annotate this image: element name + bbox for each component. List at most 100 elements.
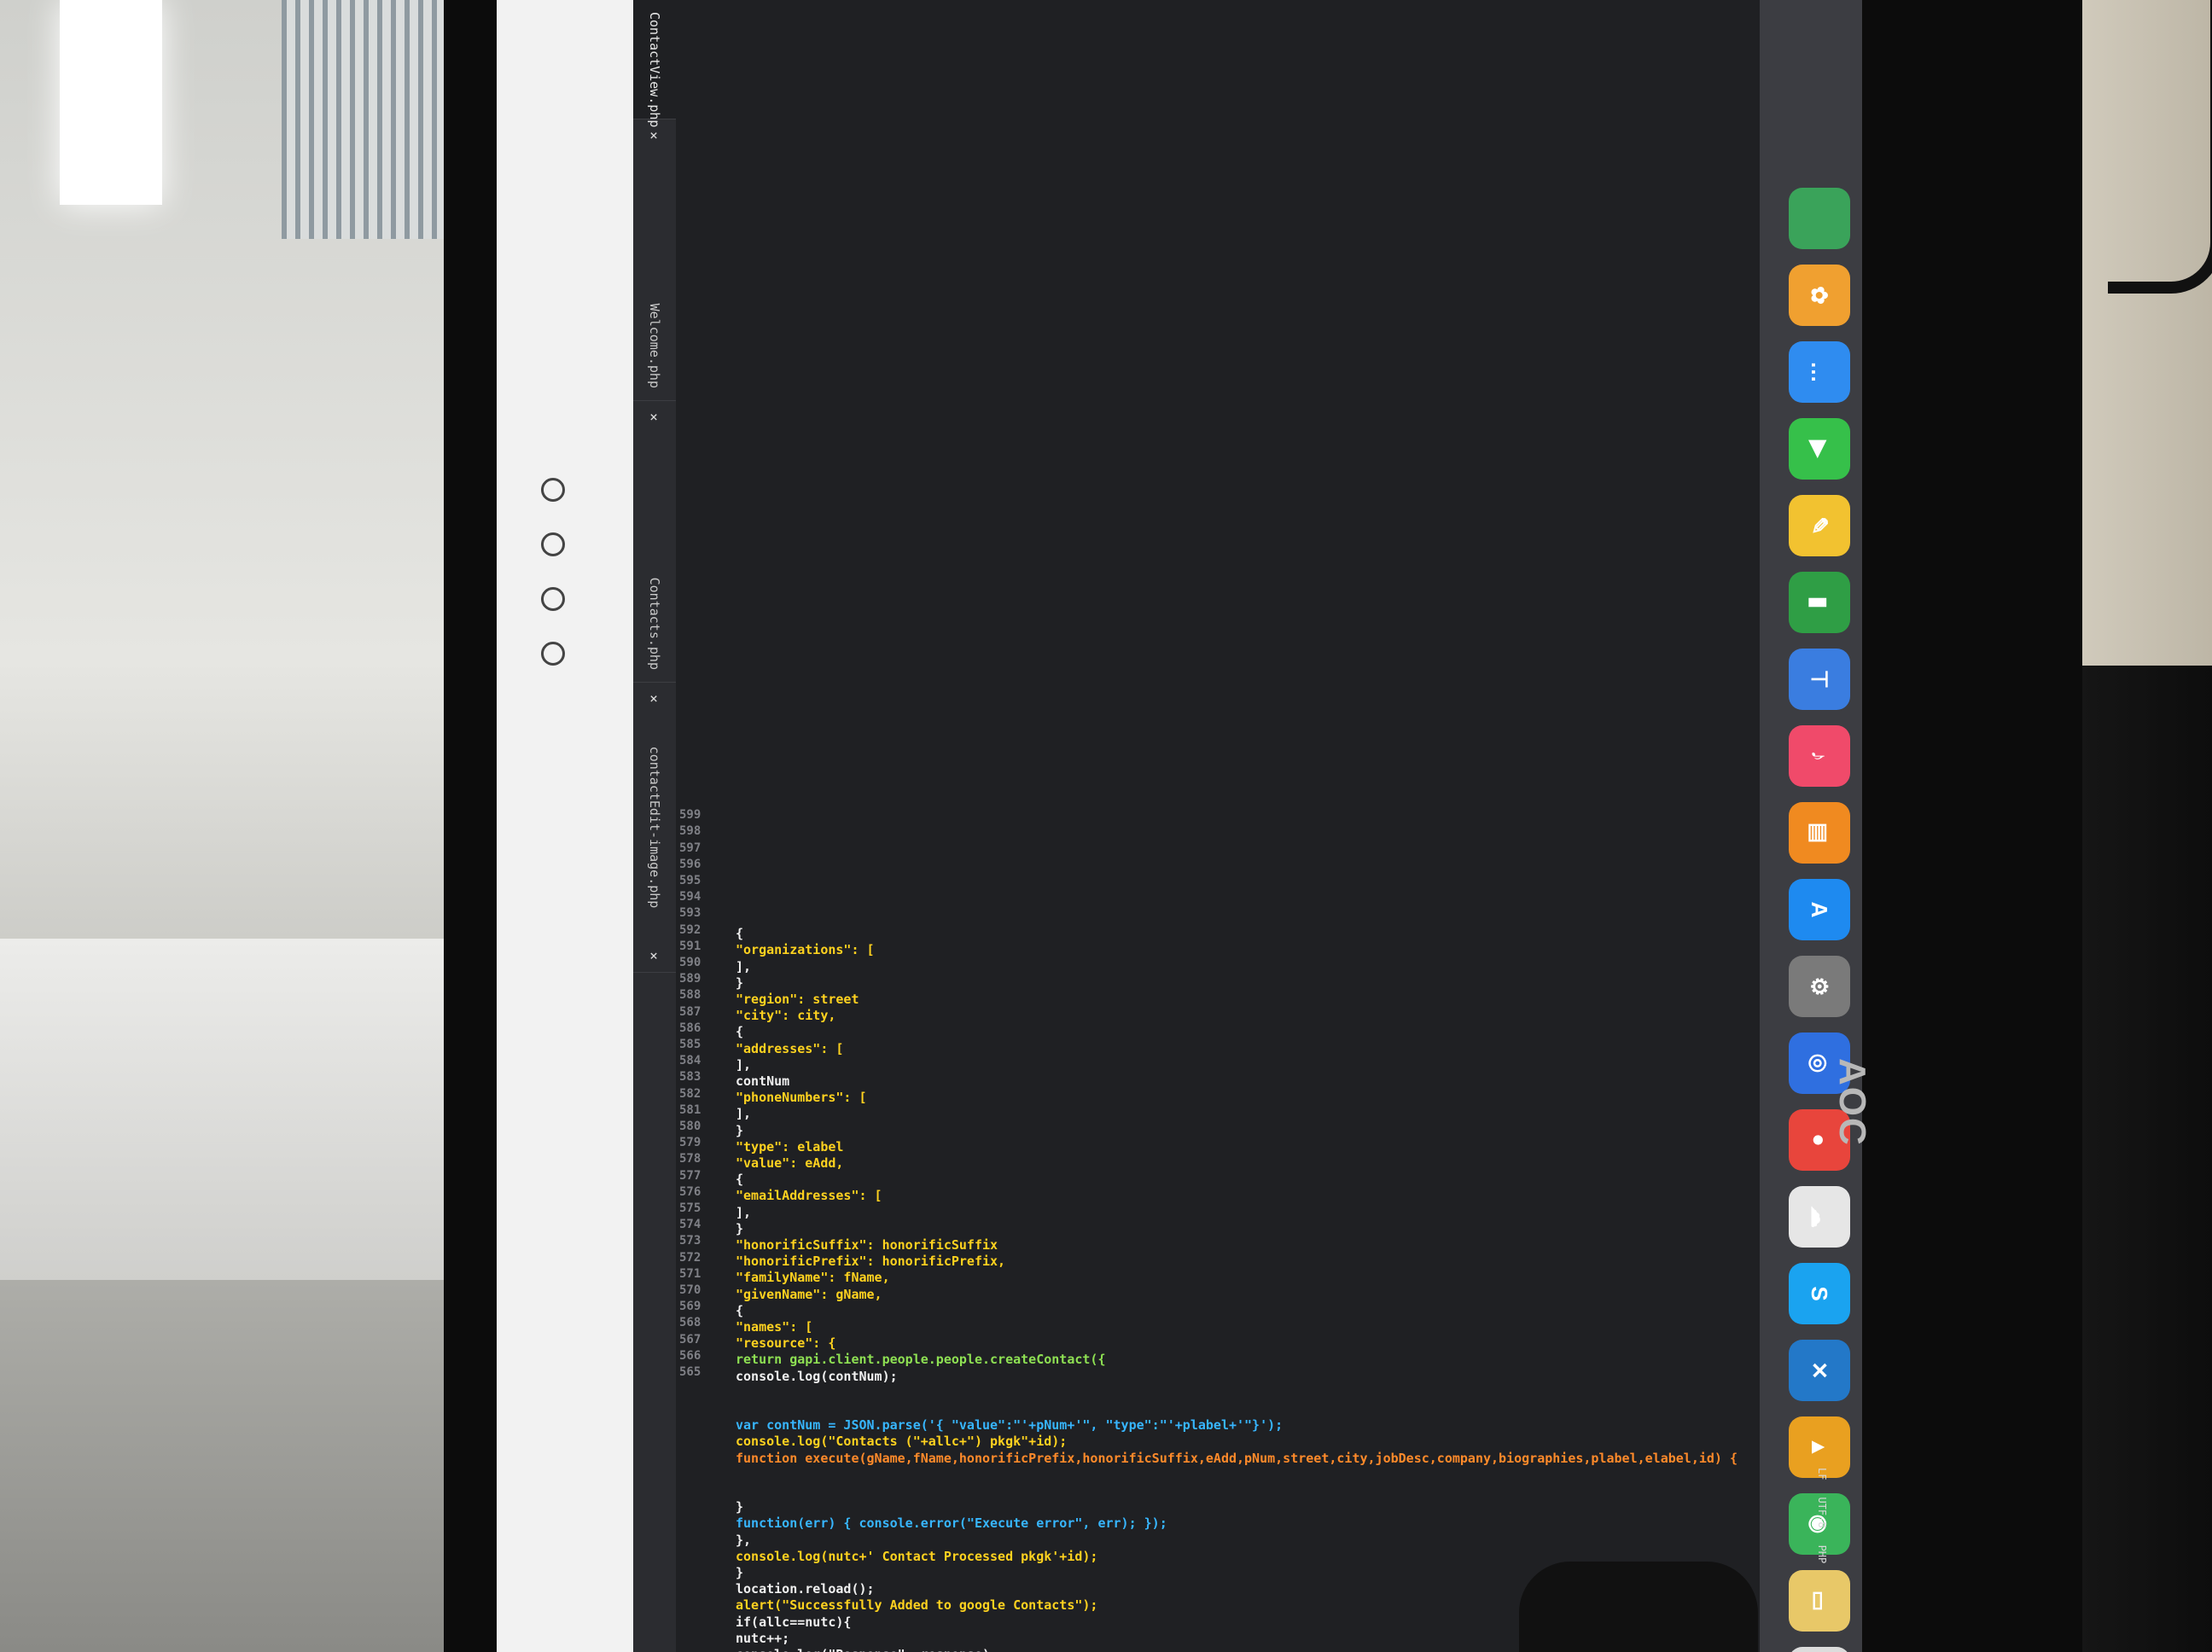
code-line[interactable]: function(err) { console.error("Execute e… bbox=[736, 1515, 1167, 1531]
line-number: 586 bbox=[679, 1021, 701, 1035]
line-number: 598 bbox=[679, 824, 701, 839]
monitor-brand-logo: AOC bbox=[1831, 1058, 1873, 1147]
code-line[interactable]: "region": street bbox=[736, 992, 859, 1007]
code-line[interactable]: "familyName": fName, bbox=[736, 1270, 890, 1285]
code-line[interactable]: "honorificSuffix": honorificSuffix bbox=[736, 1237, 998, 1253]
line-number: 582 bbox=[679, 1086, 701, 1101]
code-line[interactable]: contNum bbox=[736, 1073, 789, 1089]
tab-welcome[interactable]: × Welcome.php bbox=[633, 119, 676, 401]
code-line[interactable]: return gapi.client.people.people.createC… bbox=[736, 1352, 1105, 1367]
code-line[interactable]: function execute(gName,fName,honorificPr… bbox=[736, 1451, 1738, 1466]
line-number: 599 bbox=[679, 808, 701, 823]
toolbar-buttons bbox=[541, 478, 565, 666]
code-line[interactable]: "honorificPrefix": honorificPrefix, bbox=[736, 1254, 1005, 1269]
close-icon[interactable]: × bbox=[647, 951, 663, 960]
code-line[interactable]: } bbox=[736, 975, 743, 991]
close-icon[interactable]: × bbox=[647, 695, 663, 703]
line-number: 585 bbox=[679, 1038, 701, 1051]
line-number: 569 bbox=[679, 1300, 701, 1314]
code-line[interactable]: if(allc==nutc){ bbox=[736, 1614, 851, 1630]
line-number: 583 bbox=[679, 1070, 701, 1085]
code-line[interactable]: { bbox=[736, 926, 743, 941]
line-number: 566 bbox=[679, 1348, 701, 1363]
code-line[interactable]: "type": elabel bbox=[736, 1139, 843, 1155]
line-number: 578 bbox=[679, 1152, 701, 1166]
settings-icon[interactable] bbox=[541, 532, 565, 556]
line-number: 591 bbox=[679, 939, 701, 953]
tab-label: Contacts.php bbox=[647, 577, 662, 670]
code-line[interactable]: console.log("Response", response); bbox=[736, 1647, 998, 1652]
code-line[interactable]: ], bbox=[736, 1205, 751, 1220]
tab-contacts[interactable]: × Contacts.php bbox=[633, 401, 676, 683]
code-area[interactable]: console.log("Response", response);nutc++… bbox=[719, 0, 1862, 1652]
code-editor[interactable]: console.log("Response", response);nutc++… bbox=[676, 0, 1862, 1652]
refresh-icon[interactable] bbox=[541, 478, 565, 502]
cable bbox=[2108, 0, 2212, 294]
line-number: 580 bbox=[679, 1120, 701, 1133]
line-number: 576 bbox=[679, 1184, 701, 1199]
editor-tab-bar: ContactView.php × Welcome.php × Contacts… bbox=[633, 0, 676, 1652]
code-line[interactable]: "organizations": [ bbox=[736, 942, 875, 957]
code-line[interactable]: "value": eAdd, bbox=[736, 1155, 843, 1171]
code-line[interactable]: ], bbox=[736, 1057, 751, 1073]
tab-contactview[interactable]: ContactView.php bbox=[633, 0, 676, 127]
line-number: 584 bbox=[679, 1054, 701, 1068]
code-line[interactable]: { bbox=[736, 1024, 743, 1039]
line-number: 575 bbox=[679, 1201, 701, 1215]
line-number: 571 bbox=[679, 1266, 701, 1281]
line-number: 592 bbox=[679, 922, 701, 937]
code-line[interactable]: ], bbox=[736, 959, 751, 974]
line-number: 572 bbox=[679, 1250, 701, 1265]
line-number: 574 bbox=[679, 1218, 701, 1232]
code-line[interactable]: console.log(nutc+' Contact Processed pkg… bbox=[736, 1549, 1097, 1564]
line-number: 595 bbox=[679, 874, 701, 887]
code-line[interactable]: ], bbox=[736, 1106, 751, 1121]
tab-contactedit-image[interactable]: × contactEdit-image.php × bbox=[633, 683, 676, 973]
cup bbox=[1519, 1562, 1758, 1652]
line-number: 594 bbox=[679, 890, 701, 905]
code-line[interactable]: }, bbox=[736, 1533, 751, 1548]
code-line[interactable]: "resource": { bbox=[736, 1335, 835, 1351]
line-number: 588 bbox=[679, 988, 701, 1003]
extension-icon[interactable] bbox=[541, 642, 565, 666]
code-line[interactable]: "phoneNumbers": [ bbox=[736, 1090, 867, 1105]
tab-label: ContactView.php bbox=[647, 12, 662, 128]
code-line[interactable]: } bbox=[736, 1499, 743, 1515]
close-icon[interactable]: × bbox=[647, 413, 663, 422]
code-line[interactable]: "names": [ bbox=[736, 1319, 812, 1335]
line-number: 593 bbox=[679, 906, 701, 921]
code-line[interactable]: "city": city, bbox=[736, 1008, 835, 1023]
code-line[interactable]: { bbox=[736, 1172, 743, 1187]
line-number: 587 bbox=[679, 1004, 701, 1019]
code-line[interactable]: } bbox=[736, 1565, 743, 1580]
code-line[interactable]: { bbox=[736, 1303, 743, 1318]
code-line[interactable]: location.reload(); bbox=[736, 1581, 875, 1597]
code-line[interactable]: console.log("Contacts ("+allc+") pkgk"+i… bbox=[736, 1434, 1067, 1449]
line-number: 590 bbox=[679, 956, 701, 969]
code-line[interactable]: } bbox=[736, 1221, 743, 1236]
desk-partition bbox=[0, 939, 461, 1280]
line-number: 596 bbox=[679, 857, 701, 871]
line-number-gutter: 565 566 567 568 569 570 571 572 573 574 575 576 577 5… bbox=[676, 0, 719, 1652]
tab-label: contactEdit-image.php bbox=[647, 746, 662, 909]
code-line[interactable]: nutc++; bbox=[736, 1631, 789, 1646]
code-line[interactable]: var contNum = JSON.parse('{ "value":"'+p… bbox=[736, 1417, 1283, 1433]
code-line[interactable]: alert("Successfully Added to google Cont… bbox=[736, 1597, 1097, 1613]
line-number: 567 bbox=[679, 1332, 701, 1347]
code-line[interactable]: "givenName": gName, bbox=[736, 1287, 882, 1302]
code-line[interactable]: "addresses": [ bbox=[736, 1041, 843, 1056]
ceiling-light bbox=[60, 0, 162, 205]
tab-label: Welcome.php bbox=[647, 303, 662, 388]
code-line[interactable]: "emailAddresses": [ bbox=[736, 1188, 882, 1203]
line-number: 579 bbox=[679, 1136, 701, 1150]
line-number: 577 bbox=[679, 1168, 701, 1183]
line-number: 570 bbox=[679, 1283, 701, 1297]
share-icon[interactable] bbox=[541, 587, 565, 611]
line-number: 565 bbox=[679, 1365, 701, 1379]
code-line[interactable]: } bbox=[736, 1123, 743, 1138]
line-number: 573 bbox=[679, 1234, 701, 1248]
code-line[interactable]: console.log(contNum); bbox=[736, 1369, 898, 1384]
close-icon[interactable]: × bbox=[647, 131, 663, 140]
line-number: 581 bbox=[679, 1102, 701, 1117]
line-number: 589 bbox=[679, 972, 701, 986]
